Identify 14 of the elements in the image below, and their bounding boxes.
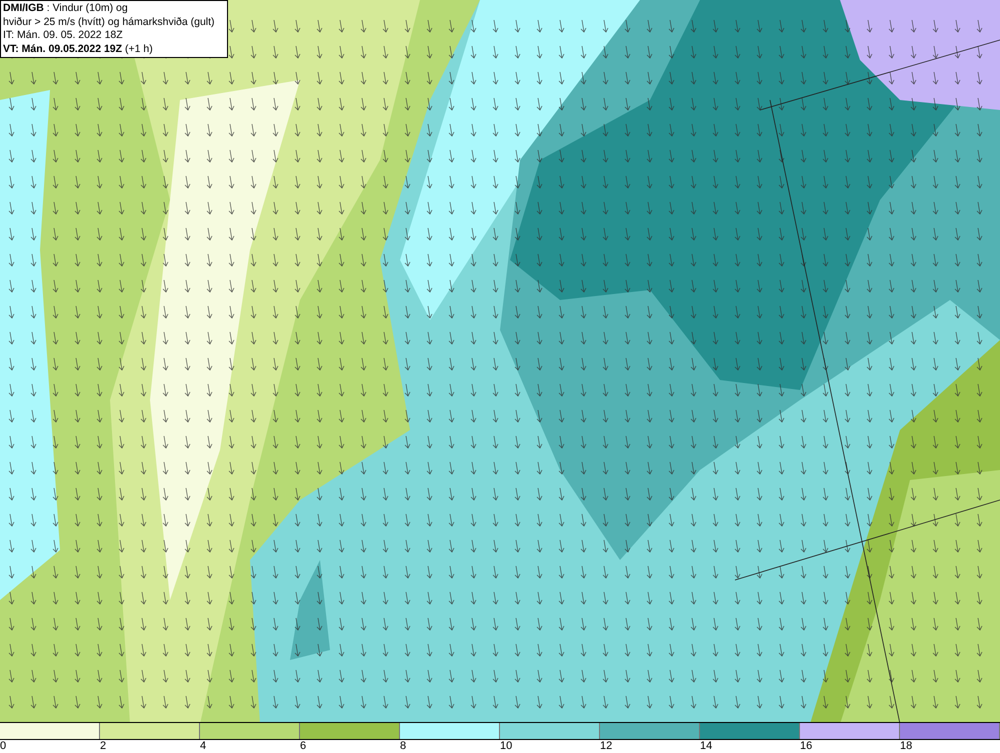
scale-label: 16 (800, 740, 812, 752)
scale-label: 4 (200, 740, 206, 752)
scale-label: 0 (0, 740, 6, 752)
scale-label: 8 (400, 740, 406, 752)
scale-label: 2 (100, 740, 106, 752)
scale-label: 18 (900, 740, 912, 752)
scale-label: 6 (300, 740, 306, 752)
info-line: DMI/IGB : Vindur (10m) og (3, 2, 129, 16)
info-line: hviður > 25 m/s (hvítt) og hámarkshviða (gult) (3, 16, 216, 29)
info-line: IT: Mán. 09. 05. 2022 18Z (3, 29, 124, 42)
scale-label: 14 (700, 740, 712, 752)
info-line: VT: Mán. 09.05.2022 19Z (+1 h) (3, 42, 154, 56)
scale-label: 12 (600, 740, 612, 752)
scale-label: 10 (500, 740, 512, 752)
